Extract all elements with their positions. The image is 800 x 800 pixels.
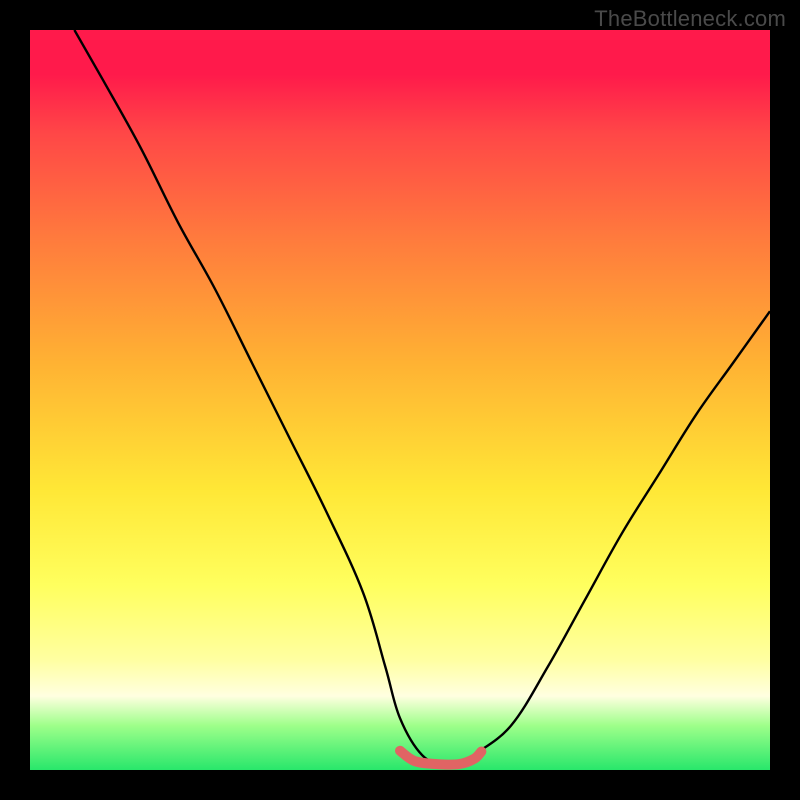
bottleneck-curve [74, 30, 770, 765]
flat-bottom-highlight [400, 751, 481, 765]
curve-layer [30, 30, 770, 770]
chart-frame: TheBottleneck.com [0, 0, 800, 800]
watermark-text: TheBottleneck.com [594, 6, 786, 32]
